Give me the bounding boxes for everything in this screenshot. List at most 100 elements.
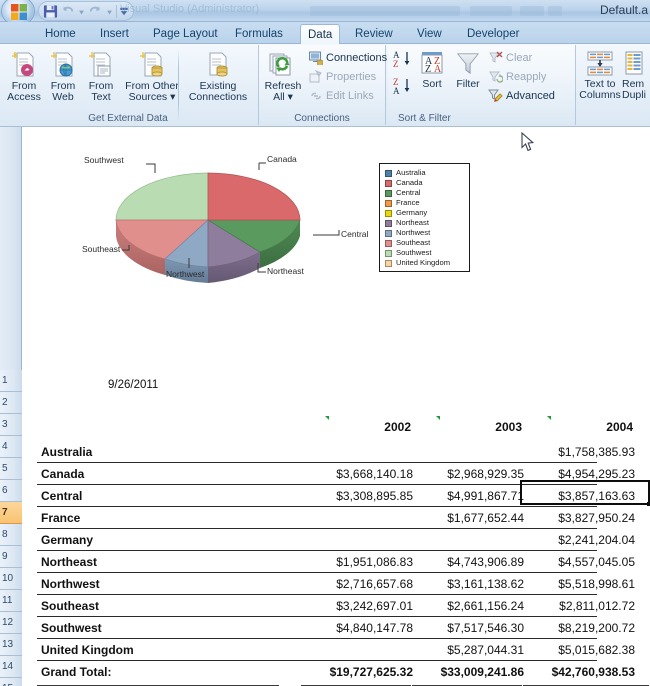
row-header-13[interactable]: 13 xyxy=(0,634,22,656)
undo-dropdown-icon[interactable] xyxy=(77,4,86,19)
connections-button[interactable]: Connections xyxy=(309,49,387,66)
row-header-2[interactable]: 2 xyxy=(0,392,22,414)
tab-developer[interactable]: Developer xyxy=(460,24,526,44)
existing-connections-button[interactable]: Existing Connections xyxy=(184,49,252,103)
row-header-5[interactable]: 5 xyxy=(0,458,22,480)
refresh-all-icon xyxy=(269,53,291,76)
row-header-12[interactable]: 12 xyxy=(0,612,22,634)
chart-legend[interactable]: Australia Canada Central France Germany … xyxy=(379,163,470,272)
cell-germany-2004[interactable]: $2,241,204.04 xyxy=(523,533,635,547)
row-header-8[interactable]: 8 xyxy=(0,524,22,546)
clear-filter-label: Clear xyxy=(506,51,533,64)
row-header-9[interactable]: 9 xyxy=(0,546,22,568)
sort-descending-button[interactable]: Z A xyxy=(392,77,412,96)
from-text-button[interactable]: From Text xyxy=(82,49,120,103)
cell-united-kingdom-2004[interactable]: $5,015,682.38 xyxy=(523,643,635,657)
cell-central-2004[interactable]: $3,857,163.63 xyxy=(523,489,635,503)
column-header-2003[interactable]: 2003 xyxy=(412,420,522,434)
cell-southwest-2004[interactable]: $8,219,200.72 xyxy=(523,621,635,635)
row-label-central: Central xyxy=(41,489,83,503)
cell-northwest-2002[interactable]: $2,716,657.68 xyxy=(301,577,413,591)
cell-canada-2004[interactable]: $4,954,295.23 xyxy=(523,467,635,481)
report-date-cell[interactable]: 9/26/2011 xyxy=(108,379,158,391)
cell-france-2004[interactable]: $3,827,950.24 xyxy=(523,511,635,525)
row-rule xyxy=(37,484,597,485)
grid-pane[interactable]: Southwest Canada Central Northeast North… xyxy=(23,127,650,686)
column-header-2004[interactable]: 2004 xyxy=(523,420,633,434)
save-icon[interactable] xyxy=(43,4,58,19)
cell-southeast-2002[interactable]: $3,242,697.01 xyxy=(301,599,413,613)
clear-filter-button[interactable]: Clear xyxy=(488,49,532,66)
pie-callout-southwest: Southwest xyxy=(84,155,124,165)
cell-australia-2004[interactable]: $1,758,385.93 xyxy=(523,445,635,459)
row-header-7[interactable]: 7 xyxy=(0,502,22,524)
legend-swatch-canada xyxy=(385,179,392,187)
cell-grand-total-2003[interactable]: $33,009,241.86 xyxy=(412,665,524,679)
window-title: Default.a xyxy=(599,3,648,17)
redo-dropdown-icon[interactable] xyxy=(105,4,114,19)
from-web-button[interactable]: From Web xyxy=(44,49,82,103)
cell-central-2002[interactable]: $3,308,895.85 xyxy=(301,489,413,503)
refresh-all-button[interactable]: Refresh All ▾ xyxy=(261,49,305,103)
connections-label: Connections xyxy=(326,51,388,64)
row-rule xyxy=(37,528,597,529)
from-other-sources-button[interactable]: From Other Sources ▾ xyxy=(120,49,184,103)
cell-southeast-2003[interactable]: $2,661,156.24 xyxy=(412,599,524,613)
cell-canada-2002[interactable]: $3,668,140.18 xyxy=(301,467,413,481)
cell-united-kingdom-2003[interactable]: $5,287,044.31 xyxy=(412,643,524,657)
sort-dialog-button[interactable]: A Z Z A Sort xyxy=(414,49,450,90)
reapply-filter-button[interactable]: Reapply xyxy=(488,68,546,85)
table-row-grand-total[interactable]: Grand Total: $19,727,625.32 $33,009,241.… xyxy=(23,660,649,686)
cell-northeast-2004[interactable]: $4,557,045.05 xyxy=(523,555,635,569)
tab-home[interactable]: Home xyxy=(38,24,83,44)
from-access-button[interactable]: From Access xyxy=(4,49,44,103)
tab-data[interactable]: Data xyxy=(300,24,341,44)
cell-northwest-2004[interactable]: $5,518,998.61 xyxy=(523,577,635,591)
row-header-4[interactable]: 4 xyxy=(0,436,22,458)
row-header-14[interactable]: 14 xyxy=(0,656,22,678)
cell-france-2003[interactable]: $1,677,652.44 xyxy=(412,511,524,525)
row-label-australia: Australia xyxy=(41,445,93,459)
cell-grand-total-2002[interactable]: $19,727,625.32 xyxy=(301,665,413,679)
title-faint-block-4 xyxy=(548,6,562,16)
sort-ascending-button[interactable]: A Z xyxy=(392,50,412,69)
tab-page-layout[interactable]: Page Layout xyxy=(146,24,225,44)
tab-formulas[interactable]: Formulas xyxy=(228,24,290,44)
tab-review[interactable]: Review xyxy=(348,24,400,44)
edit-links-label: Edit Links xyxy=(326,89,374,102)
remove-duplicates-button[interactable]: Rem Dupli xyxy=(622,49,650,101)
row-header-3[interactable]: 3 xyxy=(0,414,22,436)
pie-chart-object[interactable]: Southwest Canada Central Northeast North… xyxy=(82,142,483,307)
cell-northeast-2003[interactable]: $4,743,906.89 xyxy=(412,555,524,569)
row-header-11[interactable]: 11 xyxy=(0,590,22,612)
column-header-2002[interactable]: 2002 xyxy=(301,420,411,434)
legend-label-central: Central xyxy=(396,188,421,197)
cell-southwest-2002[interactable]: $4,840,147.78 xyxy=(301,621,413,635)
row-rule xyxy=(37,616,597,617)
tab-insert[interactable]: Insert xyxy=(93,24,136,44)
cell-southwest-2003[interactable]: $7,517,546.30 xyxy=(412,621,524,635)
pie-callout-northwest: Northwest xyxy=(166,269,205,279)
row-header-1[interactable]: 1 xyxy=(0,370,22,392)
text-to-columns-button[interactable]: Text to Columns xyxy=(578,49,622,101)
cell-central-2003[interactable]: $4,991,867.71 xyxy=(412,489,524,503)
cell-northwest-2003[interactable]: $3,161,138.62 xyxy=(412,577,524,591)
undo-icon[interactable] xyxy=(60,4,75,19)
row-header-10[interactable]: 10 xyxy=(0,568,22,590)
redo-icon[interactable] xyxy=(88,4,103,19)
cell-northeast-2002[interactable]: $1,951,086.83 xyxy=(301,555,413,569)
row-rule xyxy=(37,506,597,507)
cell-grand-total-2004[interactable]: $42,760,938.53 xyxy=(523,665,635,679)
row-label-france: France xyxy=(41,511,81,525)
ribbon-group-data-tools: Text to Columns Rem Dupli xyxy=(578,45,650,125)
edit-links-button[interactable]: Edit Links xyxy=(309,87,374,104)
cell-canada-2003[interactable]: $2,968,929.35 xyxy=(412,467,524,481)
filter-button[interactable]: Filter xyxy=(450,49,486,90)
row-header-6[interactable]: 6 xyxy=(0,480,22,502)
row-header-15[interactable]: 15 xyxy=(0,678,22,686)
cell-southeast-2004[interactable]: $2,811,012.72 xyxy=(523,599,635,613)
tab-view[interactable]: View xyxy=(410,24,449,44)
worksheet-area[interactable]: 1 2 3 4 5 6 7 8 9 10 11 12 13 14 15 xyxy=(0,127,650,686)
advanced-filter-button[interactable]: Advanced xyxy=(488,87,555,104)
properties-button[interactable]: Properties xyxy=(309,68,376,85)
